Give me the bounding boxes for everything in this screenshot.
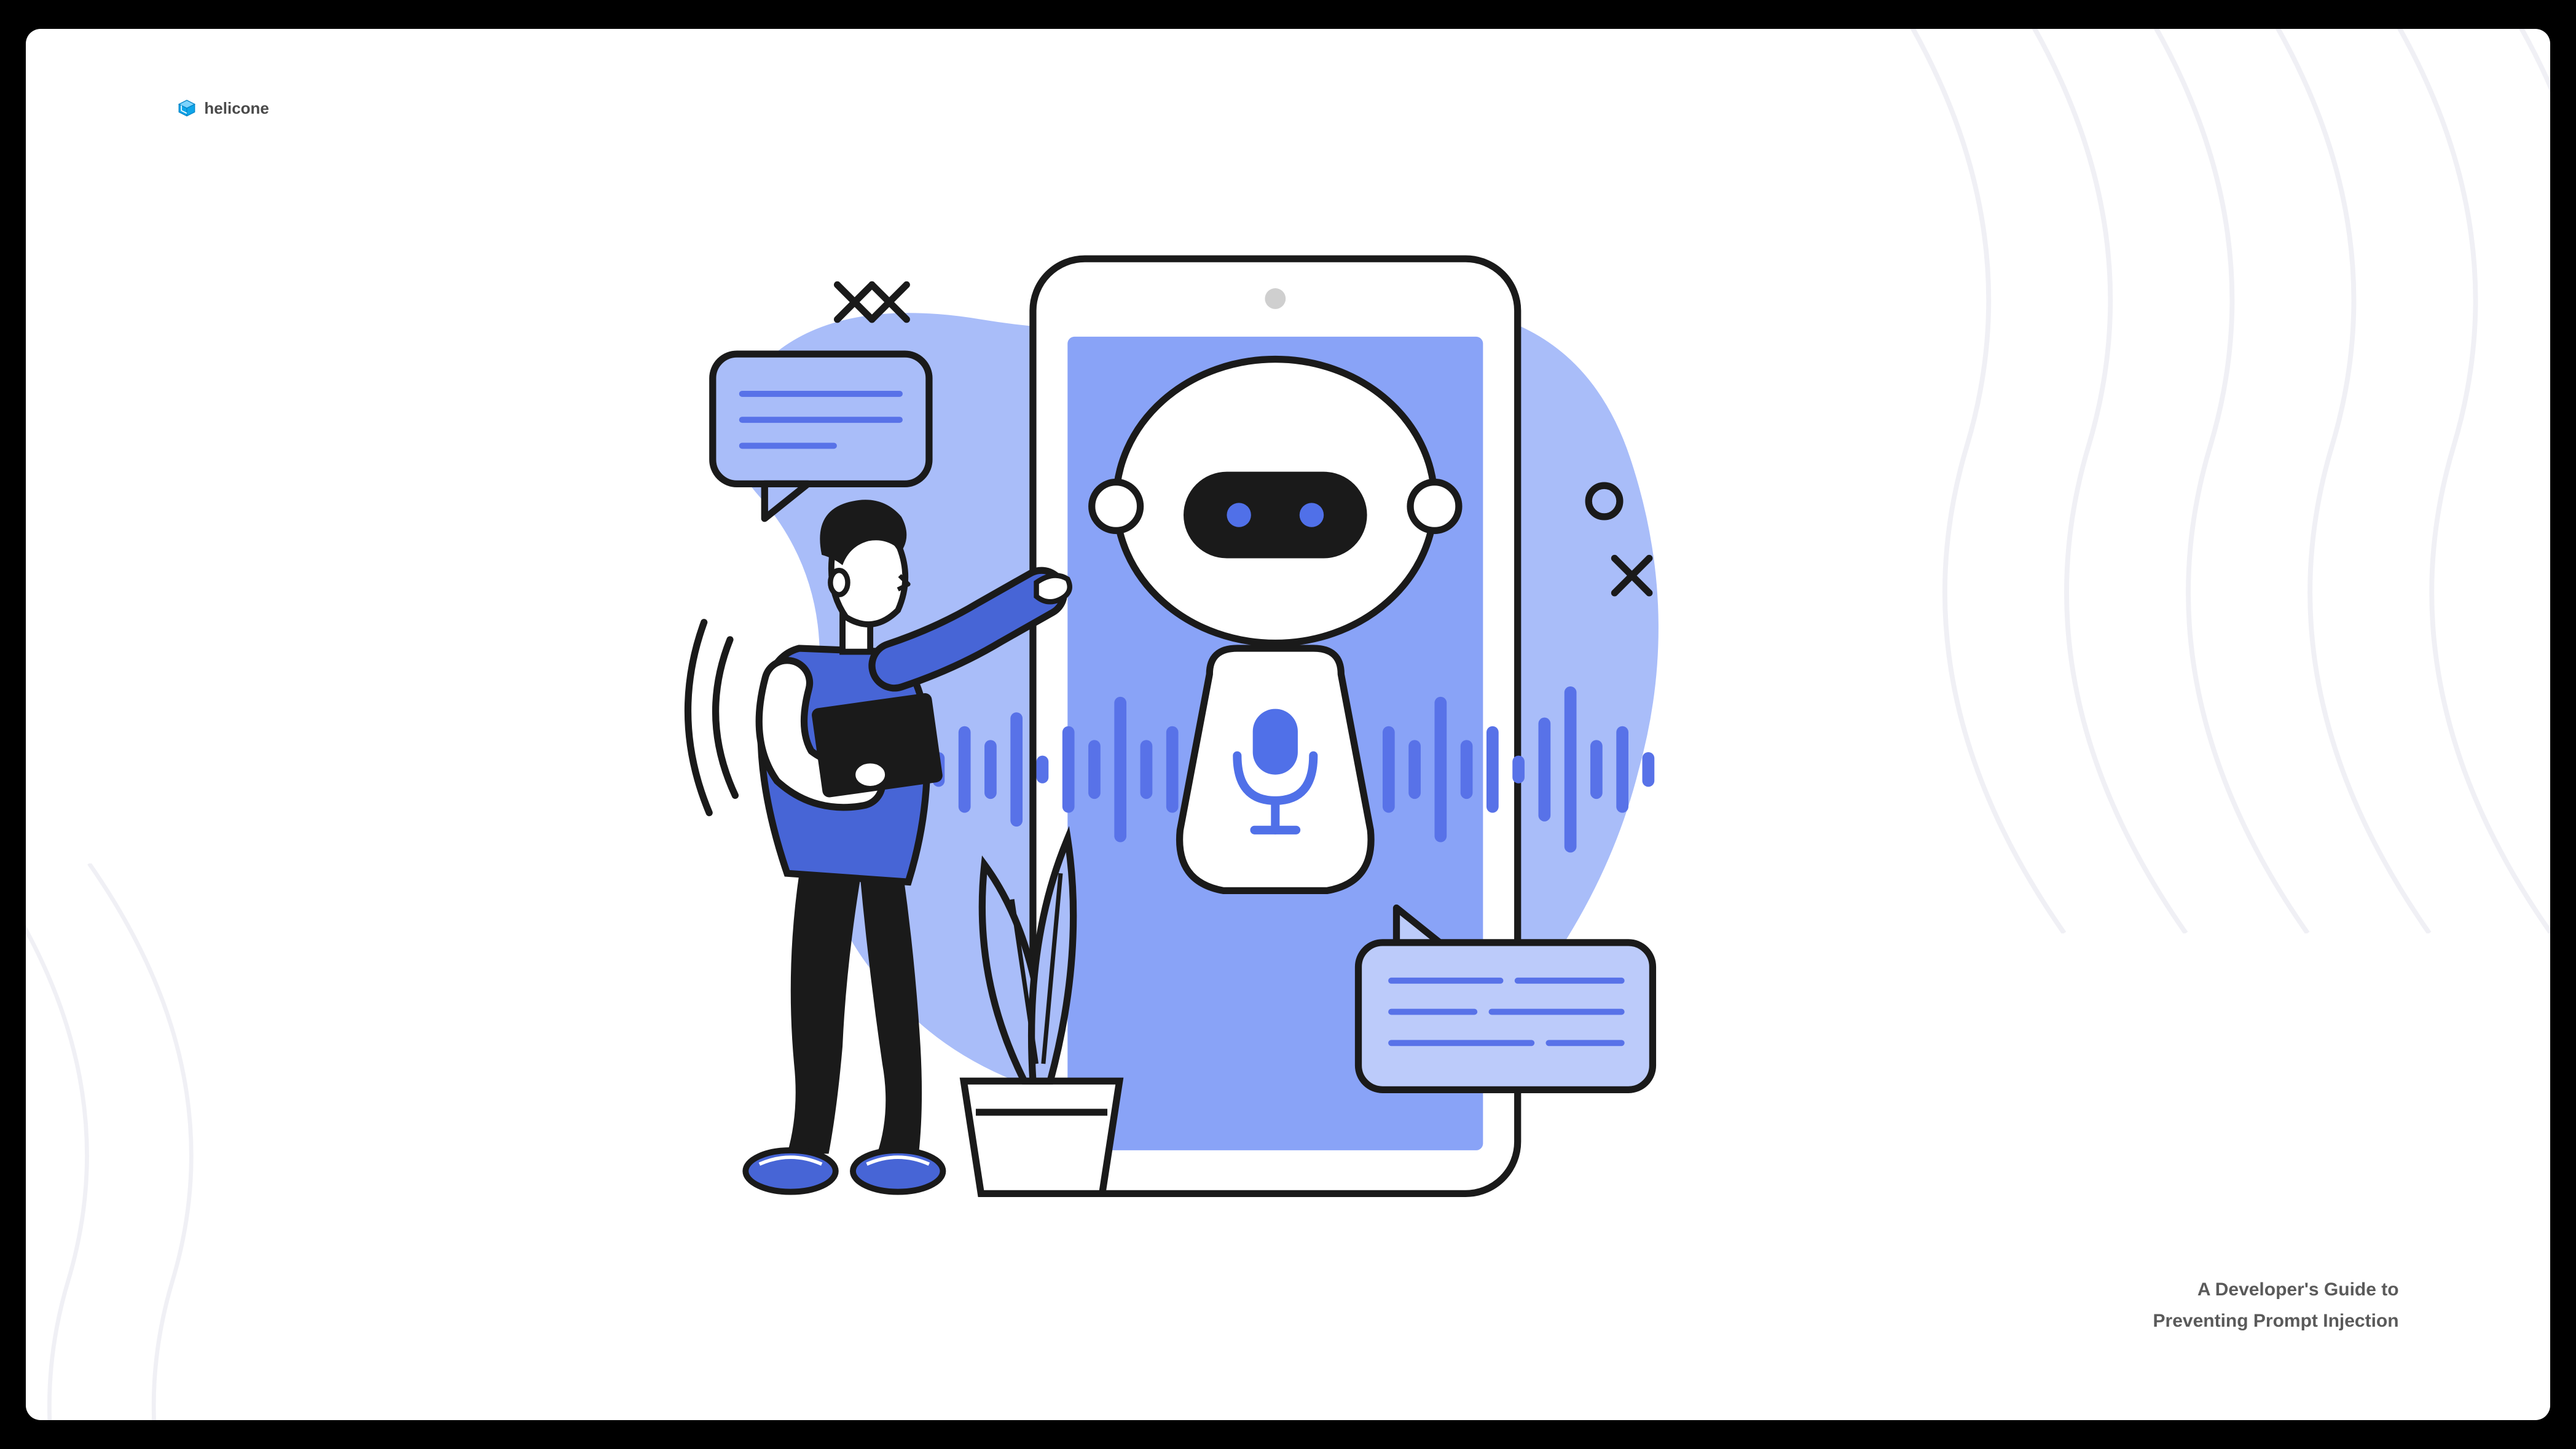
chatbot-illustration	[531, 140, 1743, 1364]
background-waves-left	[26, 863, 531, 1420]
background-waves-right	[1667, 29, 2550, 933]
cover-card: helicone	[26, 29, 2550, 1420]
logo: helicone	[177, 98, 269, 118]
title-line-2: Preventing Prompt Injection	[2153, 1305, 2399, 1337]
helicone-cube-icon	[177, 98, 197, 118]
logo-text: helicone	[204, 99, 269, 118]
cover-title: A Developer's Guide to Preventing Prompt…	[2153, 1274, 2399, 1337]
title-line-1: A Developer's Guide to	[2153, 1274, 2399, 1305]
